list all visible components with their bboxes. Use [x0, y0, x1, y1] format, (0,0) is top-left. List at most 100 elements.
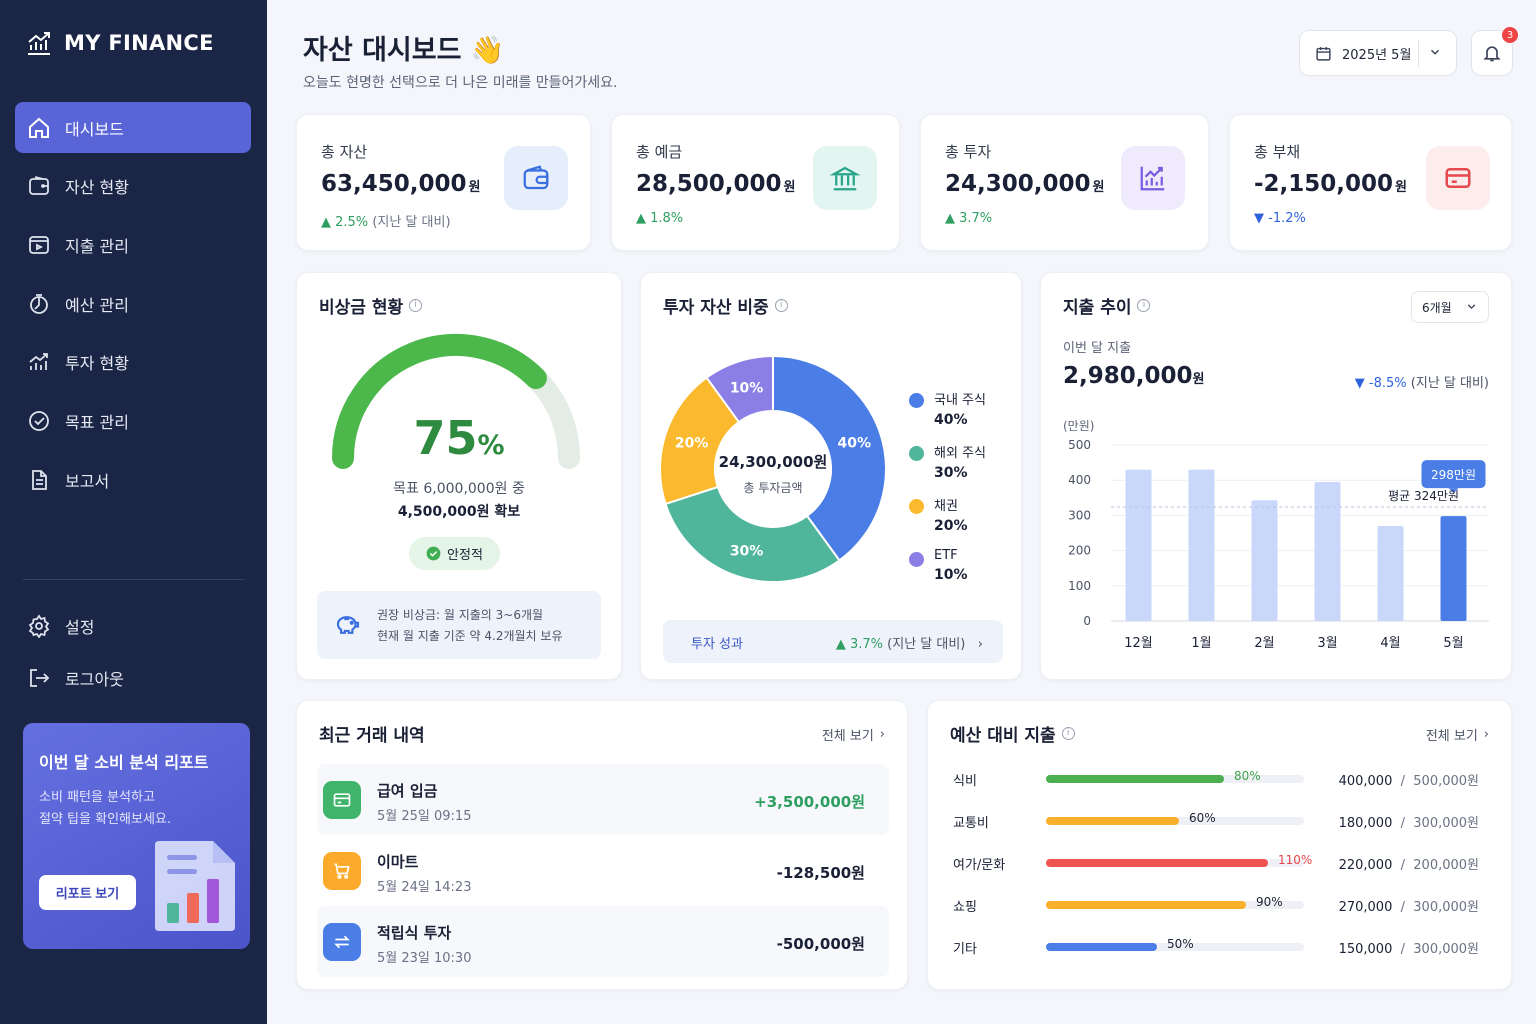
y-tick-label: 0	[1083, 614, 1091, 628]
cart-icon	[334, 863, 350, 879]
budget-amount: 220,000 / 200,000원	[1338, 858, 1479, 873]
budget-vs-spending-card: 예산 대비 지출 i 전체 보기 › 식비 80% 400,000 / 500,00…	[927, 700, 1512, 990]
document-icon	[32, 469, 47, 490]
svg-text:298만원: 298만원	[1431, 468, 1476, 482]
budget-category: 식비	[953, 774, 977, 789]
y-tick-label: 400	[1068, 473, 1091, 487]
wallet-icon	[29, 176, 49, 196]
check-circle-icon	[426, 546, 441, 561]
nav-item-assets[interactable]: 자산 현황	[15, 161, 251, 212]
budget-progress-track	[1046, 859, 1304, 867]
x-tick-label: 3월	[1317, 636, 1337, 651]
notification-button[interactable]: 3	[1471, 27, 1518, 76]
donut-center-label: 총 투자금액	[743, 481, 803, 495]
budget-progress-fill	[1046, 859, 1268, 867]
view-all-budget-link[interactable]: 전체 보기 ›	[1426, 725, 1489, 744]
nav-item-goals[interactable]: 목표 관리	[15, 395, 251, 446]
period-select[interactable]: 6개월	[1411, 291, 1489, 323]
nav-label: 보고서	[65, 471, 110, 491]
legend-item: 채권 20%	[909, 495, 986, 534]
legend-item: 국내 주식 40%	[909, 389, 986, 428]
legend-name: ETF	[934, 548, 958, 563]
investment-chart-icon	[1140, 166, 1165, 191]
info-icon[interactable]: i	[1061, 727, 1075, 740]
legend-item: 해외 주식 30%	[909, 442, 986, 481]
app-name: MY FINANCE	[64, 31, 214, 55]
bell-icon	[1483, 46, 1501, 62]
gauge-secured-text: 4,500,000원 확보	[397, 504, 521, 520]
sidebar: MY FINANCE 대시보드 자산 현황 지출 관리 예산 관리 투자 현황 …	[0, 0, 267, 1024]
tx-amount: -500,000원	[776, 935, 865, 953]
report-promo-card: 이번 달 소비 분석 리포트 소비 패턴을 분석하고 절약 팁을 확인해보세요.…	[23, 723, 250, 949]
nav-item-logout[interactable]: 로그아웃	[15, 652, 251, 703]
stat-card-total-deposits: 총 예금 28,500,000 원 ▲ 1.8%	[611, 114, 900, 251]
nav-item-expenses[interactable]: 지출 관리	[15, 219, 251, 270]
receipt-icon	[29, 235, 49, 254]
transaction-row[interactable]: 적립식 투자 5월 23일 10:30 -500,000원	[317, 906, 889, 977]
budget-category: 쇼핑	[953, 900, 977, 915]
bar	[1377, 525, 1404, 621]
chevron-right-icon: ›	[1483, 727, 1489, 742]
app-logo[interactable]: MY FINANCE	[26, 30, 214, 56]
budget-percent: 50%	[1167, 937, 1194, 951]
transaction-row[interactable]: 이마트 5월 24일 14:23 -128,500원	[317, 835, 889, 906]
legend-name: 국내 주식	[934, 393, 986, 408]
donut-center-value: 24,300,000원	[718, 453, 828, 471]
promo-title: 이번 달 소비 분석 리포트	[39, 753, 209, 772]
stat-icon-box	[504, 146, 568, 210]
budget-progress-track	[1046, 775, 1304, 783]
x-tick-label: 5월	[1443, 636, 1463, 651]
stat-label: 총 예금	[636, 143, 683, 161]
investment-performance-link[interactable]: 투자 성과 ▲ 3.7% (지난 달 대비) ›	[663, 620, 1003, 663]
home-icon	[29, 117, 49, 138]
main-content: 자산 대시보드 👋 오늘도 현명한 선택으로 더 나은 미래를 만들어가세요. …	[267, 0, 1536, 1024]
legend-dot	[909, 552, 924, 567]
legend-value: 40%	[934, 412, 968, 428]
nav-item-investments[interactable]: 투자 현황	[15, 337, 251, 388]
exchange-icon	[334, 935, 350, 949]
main-nav: 대시보드 자산 현황 지출 관리 예산 관리 투자 현황 목표 관리 보고서	[15, 102, 251, 513]
chevron-right-icon: ›	[879, 727, 885, 742]
transaction-row[interactable]: 급여 입금 5월 25일 09:15 +3,500,000원	[317, 764, 889, 835]
logout-icon	[30, 668, 50, 687]
sidebar-divider	[23, 579, 244, 580]
nav-item-reports[interactable]: 보고서	[15, 454, 251, 505]
emergency-fund-card: 비상금 현황 i 75% 목표 6,000,000원 중 4,500,000원 확…	[296, 272, 622, 680]
nav-label: 투자 현황	[65, 354, 129, 374]
budget-row: 쇼핑 90% 270,000 / 300,000원	[953, 895, 1489, 915]
x-tick-label: 12월	[1124, 636, 1153, 651]
date-selector[interactable]: 2025년 5월	[1299, 30, 1457, 76]
card-title: 지출 추이 i	[1063, 293, 1151, 318]
nav-item-budget[interactable]: 예산 관리	[15, 278, 251, 329]
nav-label: 로그아웃	[65, 669, 124, 689]
status-badge: 안정적	[409, 537, 500, 570]
card-title: 최근 거래 내역	[319, 726, 425, 746]
credit-card-icon	[1445, 168, 1471, 188]
tx-amount: -128,500원	[776, 864, 865, 882]
legend-value: 10%	[934, 567, 968, 583]
budget-progress-fill	[1046, 901, 1246, 909]
legend-value: 30%	[934, 465, 968, 481]
view-report-button[interactable]: 리포트 보기	[39, 875, 136, 910]
recommendation-text-1: 권장 비상금: 월 지출의 3~6개월	[377, 608, 544, 622]
bar	[1125, 469, 1152, 621]
stat-icon-box	[1121, 146, 1185, 210]
notification-badge: 3	[1502, 27, 1518, 43]
card-icon	[333, 793, 351, 807]
allocation-legend: 국내 주식 40% 해외 주식 30% 채권 20% ETF 10%	[909, 389, 986, 597]
promo-desc-2: 절약 팁을 확인해보세요.	[39, 812, 171, 827]
info-icon[interactable]: i	[1137, 299, 1151, 312]
x-tick-label: 4월	[1380, 636, 1400, 651]
nav-item-settings[interactable]: 설정	[15, 600, 251, 651]
chart-logo-icon	[28, 32, 50, 55]
view-all-transactions-link[interactable]: 전체 보기 ›	[822, 725, 885, 744]
legend-name: 해외 주식	[934, 446, 986, 461]
gauge-percent: 75%	[413, 411, 505, 465]
stat-change: ▲ 1.8%	[636, 211, 684, 226]
tx-icon-box	[323, 852, 361, 890]
nav-item-dashboard[interactable]: 대시보드	[15, 102, 251, 153]
x-tick-label: 1월	[1191, 636, 1211, 651]
budget-row: 여가/문화 110% 220,000 / 200,000원	[953, 853, 1489, 873]
donut-slice-label: 10%	[730, 381, 764, 397]
nav-label: 목표 관리	[65, 412, 129, 432]
